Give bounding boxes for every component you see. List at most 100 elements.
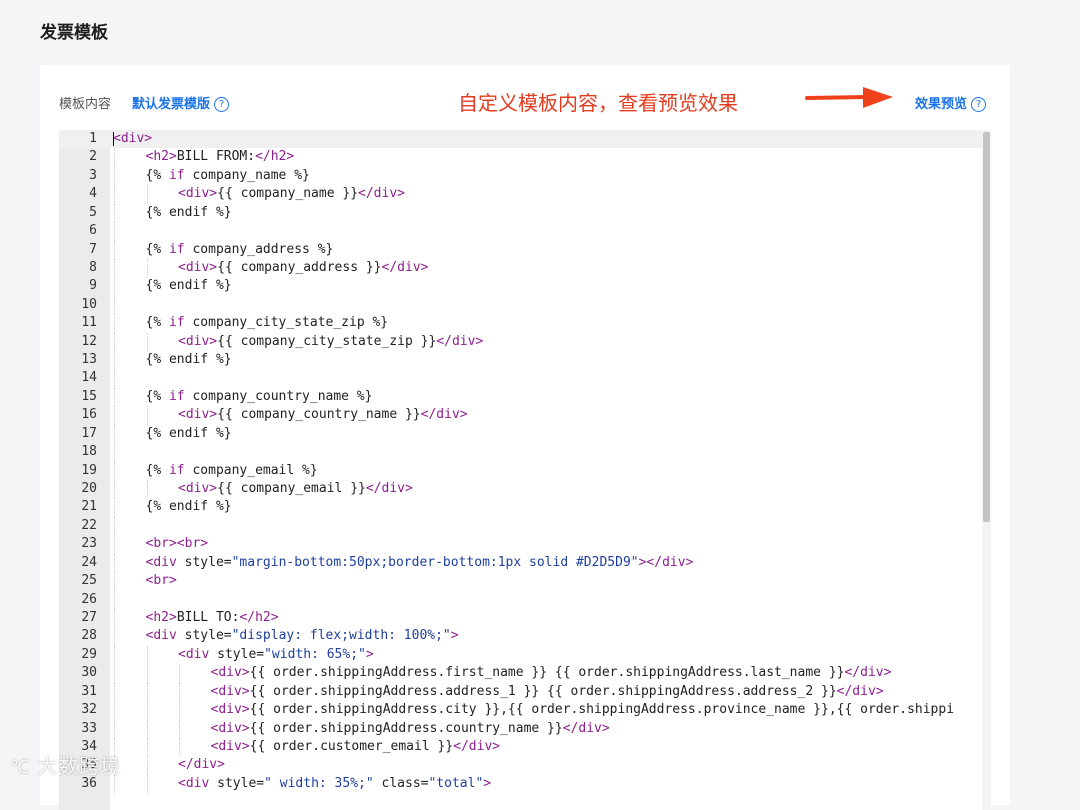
code-line[interactable]: 14 (59, 369, 982, 388)
line-number: 17 (81, 425, 97, 441)
text-cursor (113, 132, 114, 146)
help-icon[interactable]: ? (214, 97, 230, 112)
code-token: if (168, 241, 185, 257)
preview-link[interactable]: 效果预览? (915, 93, 987, 112)
code-token: </div> (453, 738, 501, 754)
line-number: 13 (81, 352, 97, 368)
code-token: </div> (358, 186, 405, 202)
code-line[interactable]: 30 <div>{{ order.shippingAddress.first_na… (59, 664, 982, 683)
line-number: 15 (81, 388, 97, 404)
indent-guide (114, 498, 116, 517)
code-line[interactable]: 27 <h2>BILL TO:</h2> (59, 608, 982, 628)
code-line[interactable]: 12 <div>{{ company_city_state_zip }}</div… (59, 332, 982, 352)
code-token: <div> (210, 665, 250, 681)
scrollbar-thumb[interactable] (983, 132, 990, 522)
code-token: {{ company_name }} (217, 186, 359, 202)
code-text: {% endif %} (146, 425, 232, 443)
code-line[interactable]: 6 (59, 222, 982, 241)
code-token: </div> (844, 665, 892, 681)
code-token: "total" (428, 775, 484, 791)
code-token: company_name %} (184, 167, 310, 183)
code-text: </div> (178, 756, 225, 774)
code-line[interactable]: 1 <div> (59, 130, 982, 149)
code-line[interactable]: 8 <div>{{ company_address }}</div> (59, 258, 982, 278)
code-line[interactable]: 36 <div style=" width: 35%;" class="total… (59, 774, 982, 794)
code-line[interactable]: 10 (59, 295, 982, 315)
code-text: <div>{{ order.shippingAddress.address_1 … (211, 683, 884, 701)
code-line[interactable]: 34 <div>{{ order.customer_email }}</div> (59, 737, 982, 757)
line-number: 31 (81, 683, 97, 699)
indent-guide (114, 664, 116, 683)
code-line[interactable]: 28 <div style="display: flex;width: 100%;… (59, 627, 982, 646)
code-line[interactable]: 9 {% endif %} (59, 277, 982, 296)
code-line[interactable]: 32 <div>{{ order.shippingAddress.city }},… (59, 701, 982, 720)
code-line[interactable]: 5 {% endif %} (59, 203, 982, 223)
code-line[interactable]: 7 {% if company_address %} (59, 240, 982, 259)
code-token: </h2> (239, 609, 279, 625)
red-arrow-icon (805, 87, 893, 108)
line-number: 5 (89, 204, 97, 220)
code-token: "width: 65%;" (264, 646, 366, 662)
editor-toolbar: 模板内容 默认发票模版? 自定义模板内容，查看预览效果 效果预览? (40, 65, 1010, 130)
code-line[interactable]: 25 <br> (59, 572, 982, 591)
code-lines[interactable]: 1 <div> 2 <h2>BILL FROM:</h2> 3 {% if company… (59, 130, 982, 794)
code-line[interactable]: 26 (59, 590, 982, 609)
code-line[interactable]: 35 </div> (59, 756, 982, 775)
indent-guide (114, 572, 116, 591)
code-editor[interactable]: 1 <div> 2 <h2>BILL FROM:</h2> 3 {% if company… (59, 130, 991, 810)
code-token: ></div> (638, 554, 694, 570)
code-token: <div (145, 628, 185, 644)
code-token: <div> (210, 720, 250, 736)
code-line[interactable]: 22 (59, 516, 982, 536)
code-line[interactable]: 29 <div style="width: 65%;"> (59, 645, 982, 665)
code-token: <div> (210, 683, 250, 699)
indent-guide (146, 756, 149, 775)
code-line[interactable]: 23 <br><br> (59, 535, 982, 554)
line-number: 19 (81, 462, 97, 478)
code-line[interactable]: 19 {% if company_email %} (59, 461, 982, 481)
code-text: {% if company_name %} (146, 167, 310, 185)
code-token: </div> (836, 683, 884, 699)
code-line[interactable]: 33 <div>{{ order.shippingAddress.country_… (59, 719, 982, 738)
code-token: <div> (210, 738, 250, 754)
code-text: <div>{{ order.customer_email }}</div> (211, 738, 501, 756)
code-line[interactable]: 17 {% endif %} (59, 424, 982, 444)
code-token: </div> (178, 757, 225, 773)
indent-guide (114, 627, 116, 646)
code-text: <div>{{ company_email }}</div> (178, 480, 413, 498)
watermark-text: 大数跨境 (37, 754, 122, 778)
code-line[interactable]: 16 <div>{{ company_country_name }}</div> (59, 406, 982, 425)
preview-link-text[interactable]: 效果预览 (915, 97, 967, 112)
code-token: {% endif %} (145, 499, 232, 515)
code-token: <h2> (145, 609, 177, 625)
code-text: {% if company_email %} (146, 462, 318, 480)
code-line[interactable]: 4 <div>{{ company_name }}</div> (59, 185, 982, 204)
code-line[interactable]: 31 <div>{{ order.shippingAddress.address_… (59, 682, 982, 702)
line-number: 28 (81, 628, 97, 644)
code-line[interactable]: 2 <h2>BILL FROM:</h2> (59, 148, 982, 167)
code-line[interactable]: 3 {% if company_name %} (59, 166, 982, 186)
default-template-link-text[interactable]: 默认发票模版 (132, 97, 210, 112)
code-line[interactable]: 11 {% if company_city_state_zip %} (59, 314, 982, 333)
code-line[interactable]: 15 {% if company_country_name %} (59, 387, 982, 407)
code-line[interactable]: 13 {% endif %} (59, 351, 982, 370)
code-line[interactable]: 24 <div style="margin-bottom:50px;border-… (59, 553, 982, 573)
indent-guide (114, 535, 116, 554)
code-text: <h2>BILL TO:</h2> (146, 609, 279, 627)
line-number: 3 (89, 167, 97, 183)
code-text: {% if company_country_name %} (146, 388, 373, 406)
indent-guide (146, 737, 149, 757)
indent-guide (114, 203, 116, 223)
code-token: BILL TO: (176, 609, 240, 625)
code-token: {{ company_email }} (217, 481, 366, 497)
code-line[interactable]: 18 (59, 443, 982, 462)
code-token: > (483, 775, 492, 791)
help-icon[interactable]: ? (971, 97, 987, 112)
code-text: <div style="margin-bottom:50px;border-bo… (146, 554, 694, 572)
code-line[interactable]: 21 {% endif %} (59, 498, 982, 517)
default-template-link[interactable]: 默认发票模版? (132, 93, 230, 112)
line-number: 1 (89, 131, 97, 146)
indent-guide (146, 719, 149, 738)
indent-guide (114, 185, 116, 204)
code-line[interactable]: 20 <div>{{ company_email }}</div> (59, 480, 982, 499)
